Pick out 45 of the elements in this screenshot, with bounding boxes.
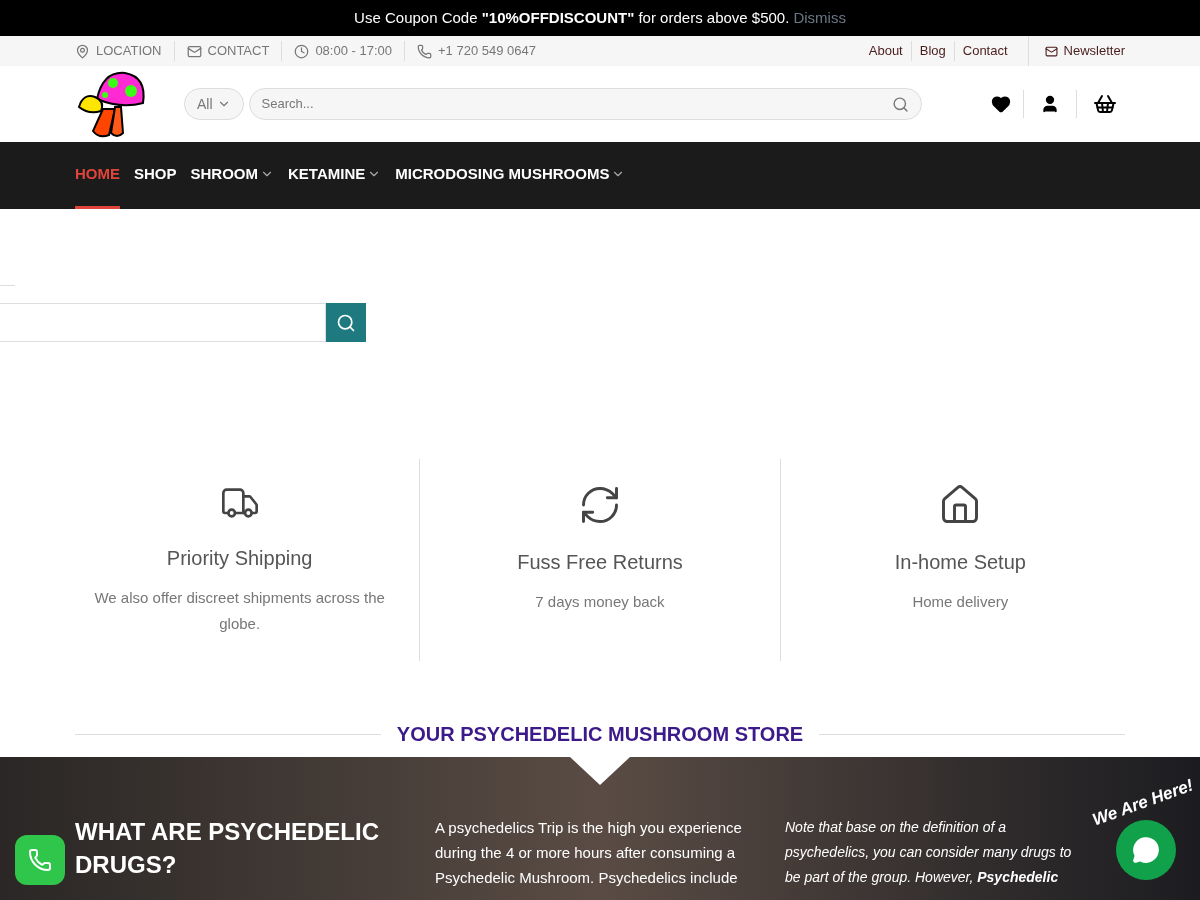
feature-title: In-home Setup [894, 550, 1026, 575]
search-bar[interactable]: Search... [248, 88, 922, 120]
phone-icon [417, 43, 432, 59]
newsletter-link[interactable]: Newsletter [1044, 41, 1125, 61]
nav-item[interactable]: HOME [75, 142, 120, 209]
search-icon[interactable] [891, 95, 909, 113]
chat-bubble-icon [1132, 836, 1160, 864]
heart-icon[interactable] [991, 94, 1011, 114]
feature-title: Priority Shipping [166, 546, 313, 571]
info-text: 08:00 - 17:00 [315, 42, 392, 61]
feature-text: We also offer discreet shipments across the globe. [93, 588, 386, 634]
search-field[interactable]: Search... [261, 94, 892, 114]
nav-item[interactable]: SHROOM [190, 142, 274, 209]
feature-text: Home delivery [912, 592, 1009, 612]
nav-item[interactable]: KETAMINE [288, 142, 382, 209]
section-title: YOUR PSYCHEDELIC MUSHROOM STORE [396, 722, 804, 747]
notch-pointer [570, 757, 630, 785]
banner-heading: WHAT ARE PSYCHEDELIC DRUGS? [75, 817, 380, 880]
top-link[interactable]: Blog [910, 41, 954, 61]
info-text: LOCATION [96, 42, 162, 61]
top-link[interactable]: Contact [953, 41, 1016, 61]
search-icon [336, 312, 356, 333]
top-link[interactable]: About [860, 41, 911, 61]
envelope-icon [186, 43, 202, 59]
category-dropdown[interactable]: All [184, 88, 244, 120]
info-text: CONTACT [207, 42, 270, 61]
user-icon[interactable] [1040, 94, 1060, 114]
feature-title: Fuss Free Returns [517, 550, 683, 575]
coupon-text: Use Coupon Code "10%OFFDISCOUNT" for orders above $500. [354, 7, 790, 28]
nav-item[interactable]: MICRODOSING MUSHROOMS [395, 142, 626, 209]
whatsapp-button[interactable] [15, 835, 65, 885]
phone-icon [28, 848, 52, 872]
chat-tagline: We Are Here! [1089, 774, 1197, 832]
envelope-icon [1044, 44, 1058, 58]
map-pin-icon [75, 43, 90, 59]
search-button[interactable] [326, 303, 366, 342]
basket-icon[interactable] [1093, 92, 1117, 116]
info-text: +1 720 549 0647 [438, 42, 536, 61]
banner-paragraph: Note that base on the definition of a psychedelics, you can consider many drugs to be part of the group. However, Psychedelic [785, 818, 1073, 887]
clock-icon [294, 43, 310, 59]
dismiss-link[interactable]: Dismiss [793, 6, 846, 30]
feature-text: 7 days money back [535, 592, 665, 612]
banner-paragraph: A psychedelics Trip is the high you experience during the 4 or more hours after consuming a Psychedelic Mushroom. Psychedelics include [435, 818, 743, 888]
search-field[interactable] [0, 303, 326, 342]
nav-item[interactable]: SHOP [134, 142, 177, 209]
